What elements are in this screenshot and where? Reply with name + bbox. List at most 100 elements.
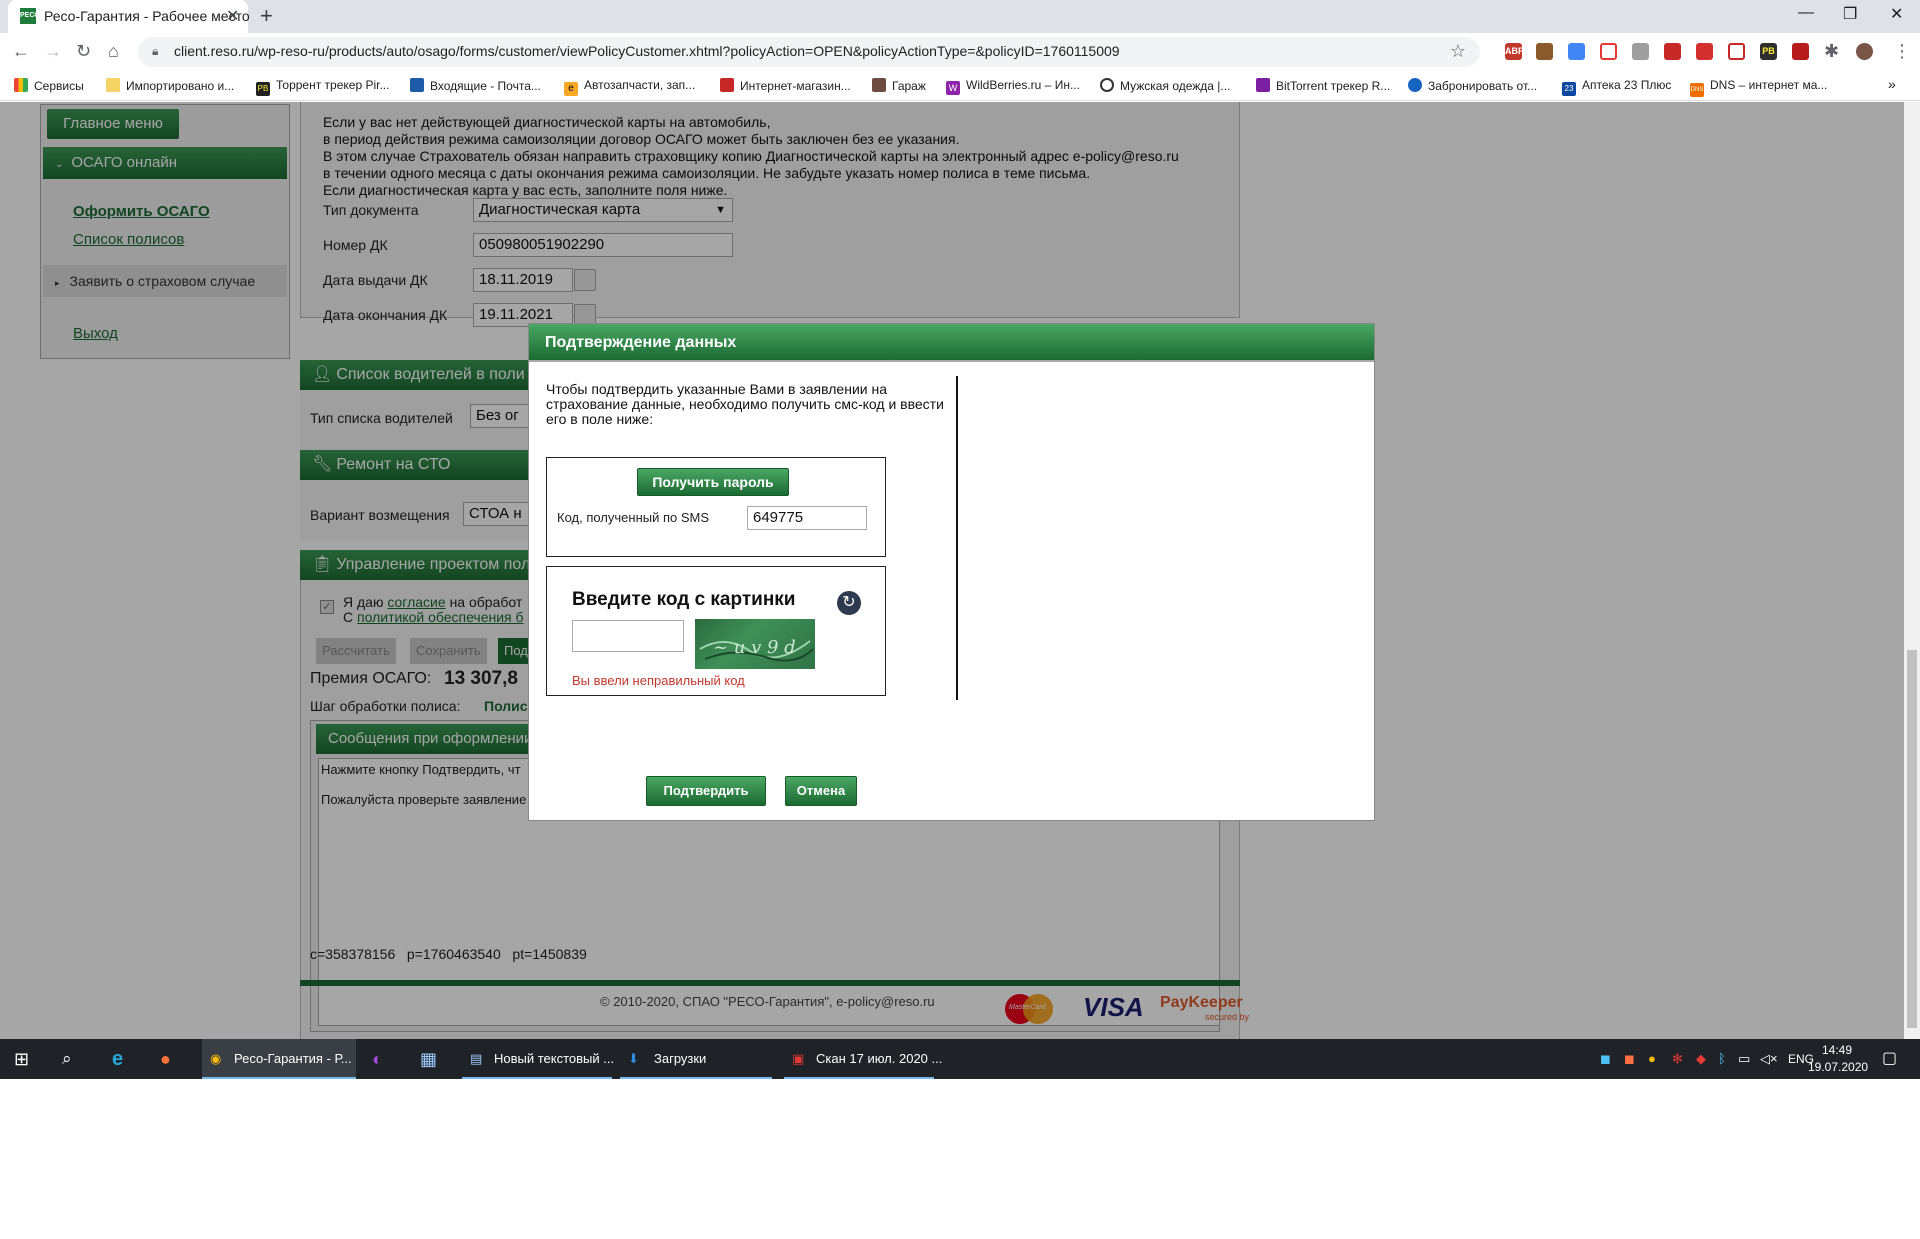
bookmark-pharmacy[interactable]: 23 Аптека 23 Плюс [1562,78,1671,96]
globe-extension-icon[interactable] [1632,43,1649,60]
bookmark-bittorrent[interactable]: BitTorrent трекер R... [1256,78,1390,93]
clock-date[interactable]: 19.07.2020 [1808,1060,1868,1074]
confirm-button[interactable]: Подтвердить [646,776,766,806]
bookmark-dns[interactable]: DNS DNS – интернет ма... [1690,78,1827,97]
bookmark-torrent[interactable]: PB Торрент трекер Pir... [256,78,389,96]
browser-menu-icon[interactable]: ⋮ [1893,41,1911,62]
pdf-extension-icon[interactable] [1792,43,1809,60]
bookmark-folder-imported[interactable]: Импортировано и... [106,78,234,93]
block-extension-icon[interactable] [1728,43,1745,60]
tab-title: Ресо-Гарантия - Рабочее место [44,8,250,24]
captcha-noise-icon: ~ u v 9 d [699,637,814,662]
cloud-extension-icon[interactable] [1600,43,1617,60]
blank-area [0,1079,1920,1239]
restore-icon[interactable]: ❐ [1843,4,1857,24]
taskbar-chrome[interactable]: ◉ Ресо-Гарантия - Р... [202,1039,356,1079]
pb-icon: PB [256,82,270,96]
tray-app-icon[interactable]: ◼ [1624,1039,1635,1079]
tray-app-icon[interactable]: ◼ [1600,1039,1611,1079]
volume-icon[interactable]: ◁× [1760,1039,1778,1079]
taskbar-label: Ресо-Гарантия - Р... [234,1051,352,1066]
bookmark-booking[interactable]: Забронировать от... [1408,78,1537,93]
autoparts-icon: e [564,82,578,96]
network-icon[interactable]: ▭ [1738,1039,1750,1079]
bookmark-shop[interactable]: Интернет-магазин... [720,78,851,93]
sms-code-box: Получить пароль Код, полученный по SMS 6… [546,457,886,557]
bookmark-star-icon[interactable]: ☆ [1450,41,1466,62]
lock-icon: 🔒︎ [152,44,159,58]
bookmark-clothing[interactable]: Мужская одежда |... [1100,78,1230,93]
modal-description: Чтобы подтвердить указанные Вами в заявл… [546,381,944,427]
minimize-icon[interactable]: — [1798,4,1814,22]
download-icon: ⬇ [628,1051,639,1066]
garage-icon [872,78,886,92]
forward-icon[interactable]: → [44,41,62,62]
apps-grid-icon [14,78,28,92]
news-extension-icon[interactable] [1664,43,1681,60]
bookmark-autoparts[interactable]: e Автозапчасти, зап... [564,78,695,96]
extensions-puzzle-icon[interactable]: ✱ [1824,41,1839,62]
shop-icon [720,78,734,92]
search-icon[interactable]: ⌕ [62,1039,72,1079]
mail-icon [410,78,424,92]
internet-explorer-icon[interactable]: e [112,1039,123,1079]
window-close-icon[interactable]: ✕ [1890,4,1903,24]
back-icon[interactable]: ← [12,41,30,62]
radio-extension-icon[interactable] [1696,43,1713,60]
pb-extension-icon[interactable]: PB [1760,43,1777,60]
bookmark-mail[interactable]: Входящие - Почта... [410,78,541,93]
adblock-extension-icon[interactable]: ABP [1505,43,1524,60]
folder-icon [106,78,120,92]
booking-icon [1408,78,1422,92]
profile-avatar[interactable] [1856,43,1873,60]
taskbar-label: Новый текстовый ... [494,1051,615,1066]
new-tab-icon[interactable]: + [260,3,273,29]
captcha-input[interactable] [572,620,684,652]
reload-icon[interactable]: ↻ [76,41,91,62]
taskbar-label: Загрузки [654,1051,707,1066]
bluetooth-icon[interactable]: ᛒ [1718,1039,1726,1079]
address-bar[interactable]: 🔒︎ client.reso.ru/wp-reso-ru/products/au… [138,37,1480,67]
tor-icon[interactable]: ◐ [372,1039,383,1079]
taskbar-downloads[interactable]: ⬇ Загрузки [620,1039,772,1079]
bookmark-services[interactable]: Сервисы [14,78,84,93]
get-password-button[interactable]: Получить пароль [637,468,789,496]
clock-time[interactable]: 14:49 [1822,1043,1852,1057]
calculator-icon[interactable]: ▦ [420,1039,437,1079]
sms-code-input[interactable]: 649775 [747,506,867,530]
taskbar-label: Скан 17 июл. 2020 ... [816,1051,943,1066]
cancel-button[interactable]: Отмена [785,776,857,806]
confirm-data-modal: Подтверждение данных Чтобы подтвердить у… [528,323,1375,821]
url-text: client.reso.ru/wp-reso-ru/products/auto/… [174,43,1120,59]
home-icon[interactable]: ⌂ [108,41,119,62]
browser-tab-bar: РЕСО Ресо-Гарантия - Рабочее место ✕ + —… [0,0,1920,33]
sms-code-label: Код, полученный по SMS [557,510,710,525]
windows-start-icon[interactable]: ⊞ [14,1039,29,1079]
tray-chrome-icon[interactable]: ● [1648,1039,1656,1079]
tray-app-icon[interactable]: ◆ [1696,1039,1706,1079]
modal-divider [956,376,958,700]
bookmark-wildberries[interactable]: W WildBerries.ru – Ин... [946,78,1080,95]
notifications-icon[interactable]: ▢ [1882,1039,1897,1079]
captcha-image: ~ u v 9 d [695,619,815,669]
refresh-icon[interactable]: ↻ [837,591,861,615]
browser-tab-active[interactable]: РЕСО Ресо-Гарантия - Рабочее место ✕ [8,0,250,33]
extension-icon[interactable] [1536,43,1553,60]
tab-close-icon[interactable]: ✕ [226,6,239,26]
firefox-icon[interactable]: ● [160,1039,171,1079]
captcha-title: Введите код с картинки [572,589,796,610]
tray-app-icon[interactable]: ✻ [1672,1039,1683,1079]
browser-toolbar: ← → ↻ ⌂ 🔒︎ client.reso.ru/wp-reso-ru/pro… [0,33,1920,71]
taskbar: ⊞ ⌕ e ● ◉ Ресо-Гарантия - Р... ◐ ▦ ▤ Нов… [0,1039,1920,1079]
bookmarks-bar: Сервисы Импортировано и... PB Торрент тре… [0,71,1920,101]
taskbar-notepad[interactable]: ▤ Новый текстовый ... [462,1039,615,1079]
page-scrollbar[interactable] [1904,102,1920,1039]
more-bookmarks-icon[interactable]: » [1888,76,1896,92]
scrollbar-thumb[interactable] [1907,650,1917,1028]
reso-favicon-icon: РЕСО [20,8,40,24]
captcha-error: Вы ввели неправильный код [572,673,745,688]
taskbar-pdf[interactable]: ▣ Скан 17 июл. 2020 ... [784,1039,942,1079]
modal-title: Подтверждение данных [529,324,1374,362]
translate-extension-icon[interactable] [1568,43,1585,60]
bookmark-garage[interactable]: Гараж [872,78,926,93]
